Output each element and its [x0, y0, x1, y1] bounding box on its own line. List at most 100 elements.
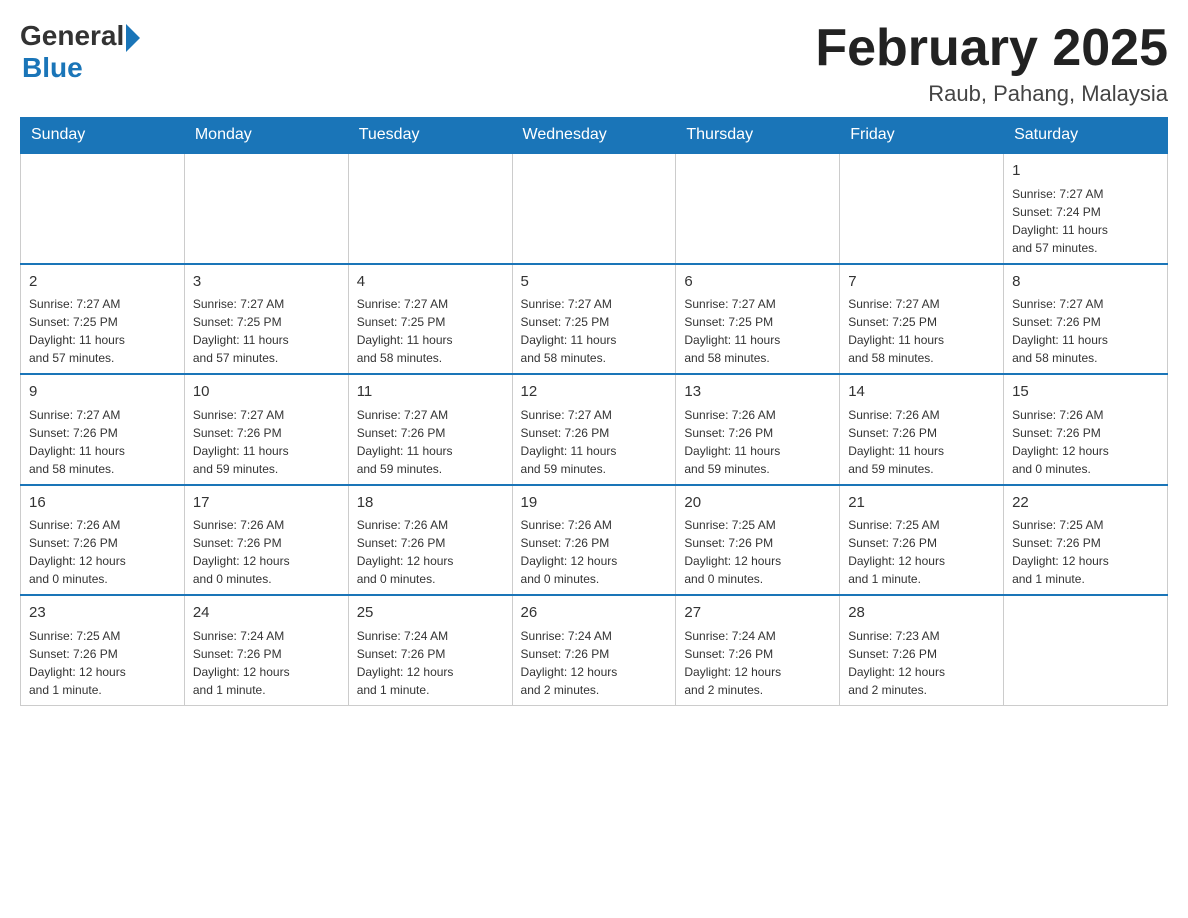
calendar-cell: 12Sunrise: 7:27 AM Sunset: 7:26 PM Dayli… — [512, 374, 676, 485]
day-number: 17 — [193, 492, 340, 515]
day-info: Sunrise: 7:27 AM Sunset: 7:25 PM Dayligh… — [193, 295, 340, 367]
day-info: Sunrise: 7:24 AM Sunset: 7:26 PM Dayligh… — [357, 627, 504, 699]
day-info: Sunrise: 7:27 AM Sunset: 7:24 PM Dayligh… — [1012, 185, 1159, 257]
day-info: Sunrise: 7:26 AM Sunset: 7:26 PM Dayligh… — [848, 406, 995, 478]
calendar-cell: 18Sunrise: 7:26 AM Sunset: 7:26 PM Dayli… — [348, 485, 512, 596]
day-info: Sunrise: 7:27 AM Sunset: 7:26 PM Dayligh… — [29, 406, 176, 478]
calendar-cell: 19Sunrise: 7:26 AM Sunset: 7:26 PM Dayli… — [512, 485, 676, 596]
calendar-cell: 26Sunrise: 7:24 AM Sunset: 7:26 PM Dayli… — [512, 595, 676, 705]
logo: General Blue — [20, 20, 140, 84]
logo-general-text: General — [20, 20, 124, 52]
day-info: Sunrise: 7:27 AM Sunset: 7:25 PM Dayligh… — [357, 295, 504, 367]
day-number: 5 — [521, 271, 668, 294]
day-info: Sunrise: 7:26 AM Sunset: 7:26 PM Dayligh… — [193, 516, 340, 588]
calendar-cell: 17Sunrise: 7:26 AM Sunset: 7:26 PM Dayli… — [184, 485, 348, 596]
day-number: 19 — [521, 492, 668, 515]
day-info: Sunrise: 7:25 AM Sunset: 7:26 PM Dayligh… — [29, 627, 176, 699]
calendar-cell: 25Sunrise: 7:24 AM Sunset: 7:26 PM Dayli… — [348, 595, 512, 705]
day-info: Sunrise: 7:27 AM Sunset: 7:25 PM Dayligh… — [684, 295, 831, 367]
day-number: 24 — [193, 602, 340, 625]
day-number: 10 — [193, 381, 340, 404]
day-number: 22 — [1012, 492, 1159, 515]
calendar-cell: 20Sunrise: 7:25 AM Sunset: 7:26 PM Dayli… — [676, 485, 840, 596]
calendar-cell: 4Sunrise: 7:27 AM Sunset: 7:25 PM Daylig… — [348, 264, 512, 375]
logo-arrow-icon — [126, 24, 140, 52]
calendar-cell: 3Sunrise: 7:27 AM Sunset: 7:25 PM Daylig… — [184, 264, 348, 375]
day-number: 16 — [29, 492, 176, 515]
day-info: Sunrise: 7:27 AM Sunset: 7:26 PM Dayligh… — [193, 406, 340, 478]
calendar-cell: 14Sunrise: 7:26 AM Sunset: 7:26 PM Dayli… — [840, 374, 1004, 485]
day-info: Sunrise: 7:26 AM Sunset: 7:26 PM Dayligh… — [521, 516, 668, 588]
calendar-cell: 27Sunrise: 7:24 AM Sunset: 7:26 PM Dayli… — [676, 595, 840, 705]
calendar-day-header: Sunday — [21, 118, 185, 154]
calendar-week-row: 2 Sunrise: 7:27 AM Sunset: 7:25 PM Daylig… — [21, 264, 1168, 375]
day-number: 3 — [193, 271, 340, 294]
day-info: Sunrise: 7:27 AM Sunset: 7:25 PM Dayligh… — [848, 295, 995, 367]
calendar-cell — [1004, 595, 1168, 705]
calendar-cell — [840, 153, 1004, 264]
day-info: Sunrise: 7:27 AM Sunset: 7:25 PM Dayligh… — [521, 295, 668, 367]
calendar-day-header: Thursday — [676, 118, 840, 154]
calendar-header-row: SundayMondayTuesdayWednesdayThursdayFrid… — [21, 118, 1168, 154]
month-title: February 2025 — [815, 20, 1168, 77]
calendar-cell: 5Sunrise: 7:27 AM Sunset: 7:25 PM Daylig… — [512, 264, 676, 375]
day-number: 23 — [29, 602, 176, 625]
calendar-cell: 16Sunrise: 7:26 AM Sunset: 7:26 PM Dayli… — [21, 485, 185, 596]
day-number: 8 — [1012, 271, 1159, 294]
calendar-day-header: Tuesday — [348, 118, 512, 154]
calendar-cell: 1Sunrise: 7:27 AM Sunset: 7:24 PM Daylig… — [1004, 153, 1168, 264]
day-number: 4 — [357, 271, 504, 294]
calendar-week-row: 23Sunrise: 7:25 AM Sunset: 7:26 PM Dayli… — [21, 595, 1168, 705]
day-number: 1 — [1012, 160, 1159, 183]
day-number: 2 — [29, 271, 176, 294]
day-info: Sunrise: 7:26 AM Sunset: 7:26 PM Dayligh… — [357, 516, 504, 588]
day-number: 7 — [848, 271, 995, 294]
day-number: 11 — [357, 381, 504, 404]
calendar-cell: 11Sunrise: 7:27 AM Sunset: 7:26 PM Dayli… — [348, 374, 512, 485]
calendar-cell: 15Sunrise: 7:26 AM Sunset: 7:26 PM Dayli… — [1004, 374, 1168, 485]
calendar-cell: 23Sunrise: 7:25 AM Sunset: 7:26 PM Dayli… — [21, 595, 185, 705]
day-number: 13 — [684, 381, 831, 404]
day-info: Sunrise: 7:27 AM Sunset: 7:26 PM Dayligh… — [1012, 295, 1159, 367]
calendar-week-row: 9Sunrise: 7:27 AM Sunset: 7:26 PM Daylig… — [21, 374, 1168, 485]
day-info: Sunrise: 7:27 AM Sunset: 7:26 PM Dayligh… — [521, 406, 668, 478]
day-info: Sunrise: 7:24 AM Sunset: 7:26 PM Dayligh… — [521, 627, 668, 699]
calendar-cell: 9Sunrise: 7:27 AM Sunset: 7:26 PM Daylig… — [21, 374, 185, 485]
calendar-day-header: Monday — [184, 118, 348, 154]
day-info: Sunrise: 7:25 AM Sunset: 7:26 PM Dayligh… — [684, 516, 831, 588]
calendar-day-header: Wednesday — [512, 118, 676, 154]
calendar-day-header: Friday — [840, 118, 1004, 154]
calendar-cell: 22Sunrise: 7:25 AM Sunset: 7:26 PM Dayli… — [1004, 485, 1168, 596]
day-info: Sunrise: 7:26 AM Sunset: 7:26 PM Dayligh… — [684, 406, 831, 478]
day-number: 21 — [848, 492, 995, 515]
day-info: Sunrise: 7:24 AM Sunset: 7:26 PM Dayligh… — [193, 627, 340, 699]
day-number: 25 — [357, 602, 504, 625]
day-number: 14 — [848, 381, 995, 404]
day-number: 20 — [684, 492, 831, 515]
day-info: Sunrise: 7:24 AM Sunset: 7:26 PM Dayligh… — [684, 627, 831, 699]
calendar-cell: 2Sunrise: 7:27 AM Sunset: 7:25 PM Daylig… — [21, 264, 185, 375]
page-header: General Blue February 2025 Raub, Pahang,… — [20, 20, 1168, 107]
day-info: Sunrise: 7:23 AM Sunset: 7:26 PM Dayligh… — [848, 627, 995, 699]
day-number: 12 — [521, 381, 668, 404]
location-subtitle: Raub, Pahang, Malaysia — [815, 81, 1168, 107]
calendar-cell: 21Sunrise: 7:25 AM Sunset: 7:26 PM Dayli… — [840, 485, 1004, 596]
calendar-cell: 13Sunrise: 7:26 AM Sunset: 7:26 PM Dayli… — [676, 374, 840, 485]
calendar-cell — [676, 153, 840, 264]
title-section: February 2025 Raub, Pahang, Malaysia — [815, 20, 1168, 107]
day-number: 27 — [684, 602, 831, 625]
logo-blue-text: Blue — [22, 52, 83, 84]
day-info: Sunrise: 7:26 AM Sunset: 7:26 PM Dayligh… — [29, 516, 176, 588]
day-info: Sunrise: 7:25 AM Sunset: 7:26 PM Dayligh… — [1012, 516, 1159, 588]
calendar-week-row: 1Sunrise: 7:27 AM Sunset: 7:24 PM Daylig… — [21, 153, 1168, 264]
day-number: 18 — [357, 492, 504, 515]
day-info: Sunrise: 7:27 AM Sunset: 7:26 PM Dayligh… — [357, 406, 504, 478]
calendar-cell: 6Sunrise: 7:27 AM Sunset: 7:25 PM Daylig… — [676, 264, 840, 375]
day-number: 15 — [1012, 381, 1159, 404]
day-info: Sunrise: 7:26 AM Sunset: 7:26 PM Dayligh… — [1012, 406, 1159, 478]
calendar-cell: 24Sunrise: 7:24 AM Sunset: 7:26 PM Dayli… — [184, 595, 348, 705]
calendar-table: SundayMondayTuesdayWednesdayThursdayFrid… — [20, 117, 1168, 706]
day-number: 26 — [521, 602, 668, 625]
day-number: 28 — [848, 602, 995, 625]
calendar-cell — [184, 153, 348, 264]
